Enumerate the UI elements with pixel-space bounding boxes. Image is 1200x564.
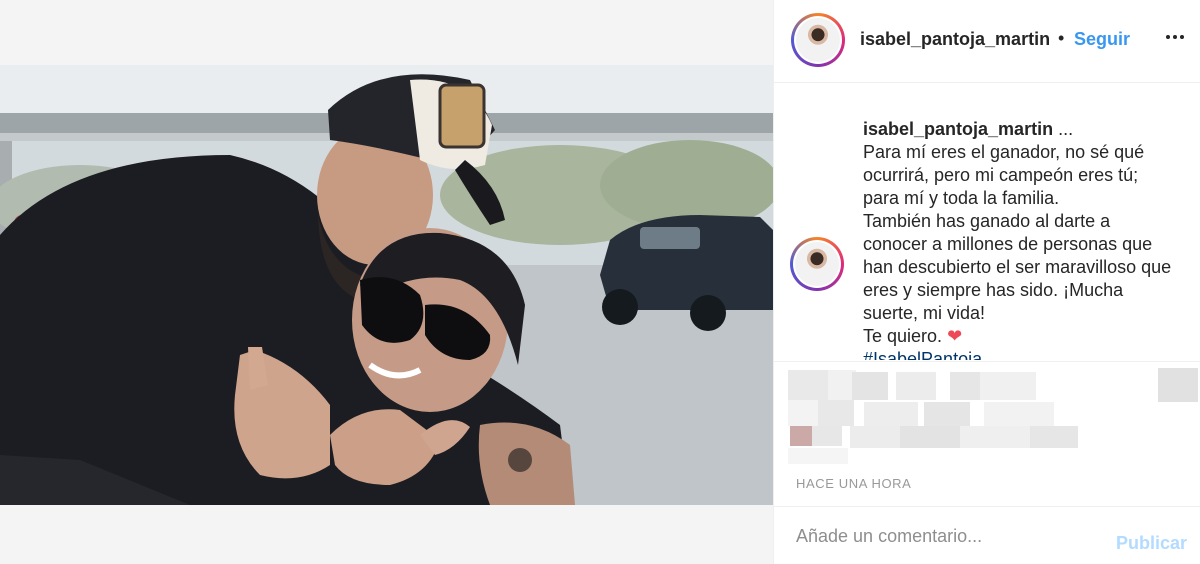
post-sidebar: isabel_pantoja_martin • Seguir isabel_pa… [773, 0, 1200, 564]
caption-line: eres y siempre has sido. ¡Mucha [863, 280, 1124, 300]
caption-line: Para mí eres el ganador, no sé qué [863, 142, 1145, 162]
separator-dot: • [1058, 28, 1065, 48]
caption-ellipsis: ... [1058, 119, 1074, 139]
caption-line: ocurrirá, pero mi campeón eres tú; [863, 165, 1139, 185]
comments-pixelated [774, 361, 1200, 466]
post-photo[interactable] [0, 65, 773, 505]
caption-line: También has ganado al darte a [863, 211, 1111, 231]
publish-button[interactable]: Publicar [1116, 533, 1187, 554]
caption-line: para mí y toda la familia. [863, 188, 1060, 208]
add-comment-bar: Publicar [774, 506, 1200, 564]
post-timestamp[interactable]: HACE UNA HORA [796, 476, 911, 491]
follow-button[interactable]: Seguir [1074, 29, 1130, 50]
caption-username[interactable]: isabel_pantoja_martin [863, 119, 1053, 139]
profile-picture-icon [796, 18, 840, 62]
avatar[interactable] [791, 13, 845, 67]
post-header: isabel_pantoja_martin • Seguir [774, 0, 1200, 83]
caption-line: han descubierto el ser maravilloso que [863, 257, 1172, 277]
comment-input[interactable] [796, 523, 1096, 549]
caption-area: isabel_pantoja_martin ... Para mí eres e… [774, 84, 1200, 360]
post-media [0, 0, 773, 564]
instagram-post: isabel_pantoja_martin • Seguir isabel_pa… [0, 0, 1200, 564]
caption-line: conocer a millones de personas que [863, 234, 1153, 254]
caption-line: Te quiero. [863, 326, 943, 346]
post-caption: isabel_pantoja_martin ... Para mí eres e… [863, 118, 1193, 360]
caption-avatar[interactable] [790, 237, 844, 291]
hashtag-link[interactable]: #IsabelPantoja [863, 348, 1193, 360]
caption-line: suerte, mi vida! [863, 303, 986, 323]
header-username[interactable]: isabel_pantoja_martin [860, 29, 1050, 50]
heart-icon: ❤ [947, 326, 963, 346]
profile-picture-icon [795, 242, 839, 286]
photo-illustration [0, 65, 773, 505]
more-options-icon[interactable] [1162, 24, 1188, 50]
